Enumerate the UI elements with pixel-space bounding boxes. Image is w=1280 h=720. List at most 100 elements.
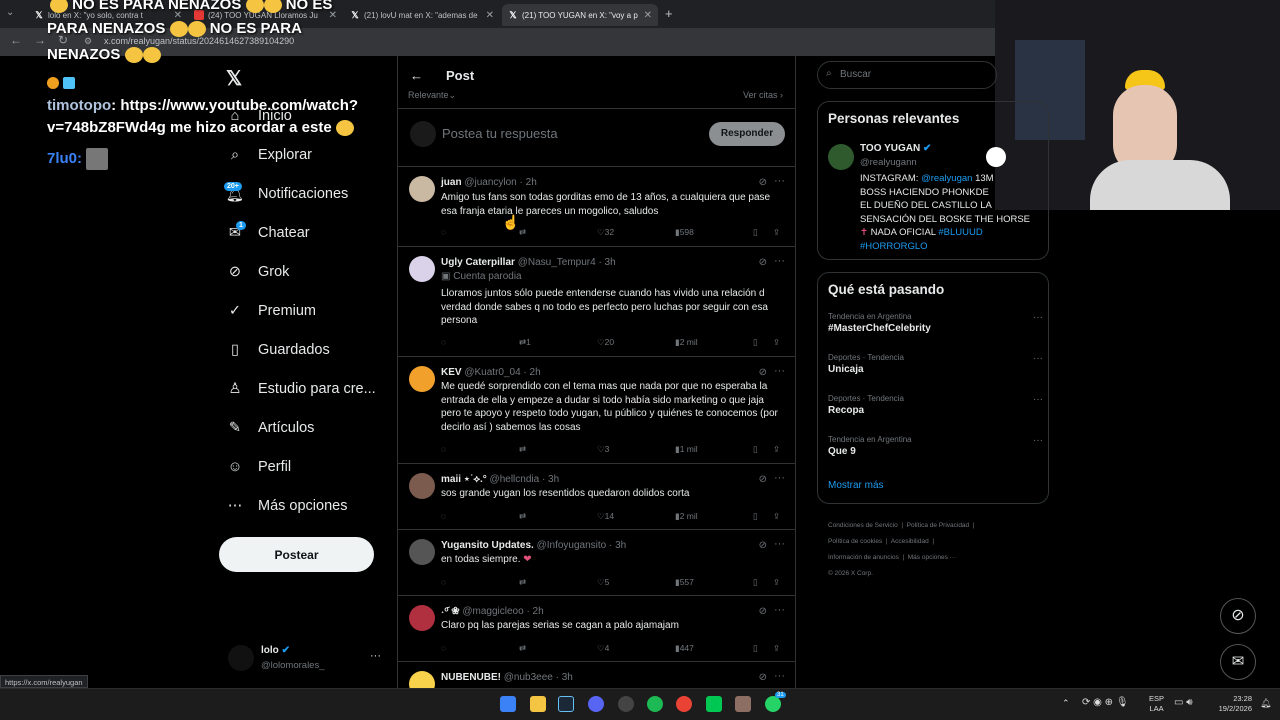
sort-dropdown[interactable]: Relevante⌄ xyxy=(408,90,456,101)
tweet[interactable]: juan @juancylon · 2h ⊘ ··· Amigo tus fans… xyxy=(398,166,795,246)
tweet[interactable]: Ugly Caterpillar @Nasu_Tempur4 · 3h ▣ Cu… xyxy=(398,246,795,356)
tab-search-button[interactable]: ⌄ xyxy=(6,7,14,18)
avatar[interactable] xyxy=(228,645,254,671)
back-icon[interactable]: ← xyxy=(410,68,423,83)
reply-button[interactable]: Responder xyxy=(709,122,785,146)
tweet-author[interactable]: Yugansito Updates. xyxy=(441,540,534,551)
more-icon[interactable]: ··· xyxy=(1033,312,1043,323)
notification-icon[interactable]: 🔔︎ xyxy=(1260,698,1271,709)
chrome-icon[interactable] xyxy=(676,696,692,712)
more-icon[interactable]: ··· xyxy=(774,255,785,267)
share-icon[interactable]: ⇪ xyxy=(773,511,780,522)
more-icon[interactable]: ··· xyxy=(774,472,785,484)
footer-link[interactable]: Condiciones de Servicio xyxy=(828,522,898,529)
like-button[interactable]: ♡ 14 xyxy=(597,511,614,522)
share-icon[interactable]: ⇪ xyxy=(773,577,780,588)
steam-icon[interactable] xyxy=(558,696,574,712)
trend-item[interactable]: Tendencia en Argentina Que 9 ··· xyxy=(828,435,1043,457)
trend-item[interactable]: Deportes · Tendencia Recopa ··· xyxy=(828,394,1043,416)
retweet-icon[interactable]: ⇄ xyxy=(519,444,526,455)
views-button[interactable]: ▮ 2 mil xyxy=(675,337,698,348)
sidebar-item-notifications[interactable]: 🔔︎ Notificaciones xyxy=(226,185,348,203)
sidebar-item-home[interactable]: ⌂ Inicio xyxy=(226,107,292,125)
footer-link[interactable]: Política de cookies xyxy=(828,538,882,545)
sidebar-item-premium[interactable]: ✓ Premium xyxy=(226,302,316,320)
grok-icon[interactable]: ⊘ xyxy=(759,257,767,268)
grok-icon[interactable]: ⊘ xyxy=(759,367,767,378)
back-icon[interactable]: ← xyxy=(10,33,22,47)
tab-3[interactable]: 𝕏 (21) lovU mat en X: "ademas de ✕ xyxy=(344,4,500,26)
bookmark-icon[interactable]: ▯ xyxy=(753,577,758,588)
hashtag-link[interactable]: #HORRORGLO xyxy=(860,240,1045,254)
share-icon[interactable]: ⇪ xyxy=(773,337,780,348)
url-field[interactable]: x.com/realyugan/status/20246146273891042… xyxy=(104,36,294,46)
retweet-icon[interactable]: ⇄ xyxy=(519,577,526,588)
footer-link[interactable]: Política de Privacidad xyxy=(907,522,970,529)
bookmark-icon[interactable]: ▯ xyxy=(753,511,758,522)
discord-icon[interactable] xyxy=(588,696,604,712)
grok-icon[interactable]: ⊘ xyxy=(759,540,767,551)
reply-icon[interactable]: ◌ xyxy=(441,227,446,237)
sidebar-item-grok[interactable]: ⊘ Grok xyxy=(226,263,290,281)
clock[interactable]: 23:28 19/2/2026 xyxy=(1212,694,1252,714)
tweet[interactable]: maii ⋆˙⟡.° @hellcndia · 3h ⊘ ··· sos gran… xyxy=(398,463,795,529)
like-button[interactable]: ♡ 3 xyxy=(597,444,609,455)
reply-input[interactable]: Postea tu respuesta xyxy=(442,126,558,141)
like-button[interactable]: ♡ 20 xyxy=(597,337,614,348)
like-button[interactable]: ♡ 5 xyxy=(597,577,609,588)
spotify-icon[interactable] xyxy=(647,696,663,712)
reply-icon[interactable]: ◌ xyxy=(441,444,446,454)
avatar[interactable] xyxy=(409,539,435,565)
quotes-link[interactable]: Ver citas › xyxy=(743,90,783,100)
tweet[interactable]: ˖ᵒ᷄ ❀ @maggicleoo · 2h ⊘ ··· Claro pq las… xyxy=(398,595,795,661)
avatar[interactable] xyxy=(409,176,435,202)
obs-icon[interactable] xyxy=(618,696,634,712)
more-icon[interactable]: ··· xyxy=(774,538,785,550)
account-more-button[interactable]: ··· xyxy=(370,650,381,662)
more-icon[interactable]: ··· xyxy=(1033,394,1043,405)
views-button[interactable]: ▮ 447 xyxy=(675,643,694,654)
search-input[interactable]: ⌕ Buscar xyxy=(817,61,997,89)
like-button[interactable]: ♡ 32 xyxy=(597,227,614,238)
avatar[interactable] xyxy=(409,605,435,631)
messages-float-icon[interactable]: ✉ xyxy=(1220,644,1256,680)
language-indicator[interactable]: ESP LAA xyxy=(1149,694,1164,714)
trend-item[interactable]: Tendencia en Argentina #MasterChefCelebri… xyxy=(828,312,1043,334)
close-tab-icon[interactable]: ✕ xyxy=(486,10,494,21)
more-icon[interactable]: ··· xyxy=(774,670,785,682)
whatsapp-icon[interactable] xyxy=(765,696,781,712)
hashtag-link[interactable]: #BLUUUD xyxy=(938,227,982,238)
person-name[interactable]: TOO YUGAN ✔ xyxy=(860,143,931,154)
footer-link[interactable]: Accesibilidad xyxy=(891,538,929,545)
forward-icon[interactable]: → xyxy=(34,33,46,47)
grok-icon[interactable]: ⊘ xyxy=(759,672,767,683)
windows-start-icon[interactable] xyxy=(500,696,516,712)
more-icon[interactable]: ··· xyxy=(1033,353,1043,364)
close-tab-icon[interactable]: ✕ xyxy=(644,10,652,21)
new-tab-icon[interactable]: + xyxy=(665,6,673,21)
tweet-author[interactable]: juan xyxy=(441,177,462,188)
tab-4-active[interactable]: 𝕏 (21) TOO YUGAN en X: "voy a p ✕ xyxy=(502,4,658,26)
footer-link[interactable]: Más opciones ··· xyxy=(908,554,956,561)
retweet-icon[interactable]: ⇄ xyxy=(519,227,526,238)
avatar[interactable] xyxy=(409,256,435,282)
views-button[interactable]: ▮ 2 mil xyxy=(675,511,698,522)
more-icon[interactable]: ··· xyxy=(774,175,785,187)
reply-icon[interactable]: ◌ xyxy=(441,577,446,587)
tweet-author[interactable]: ˖ᵒ᷄ ❀ xyxy=(441,606,460,617)
sidebar-item-explore[interactable]: ⌕ Explorar xyxy=(226,146,312,164)
bookmark-icon[interactable]: ▯ xyxy=(753,227,758,238)
trend-item[interactable]: Deportes · Tendencia Unicaja ··· xyxy=(828,353,1043,375)
reply-icon[interactable]: ◌ xyxy=(441,337,446,347)
account-name[interactable]: lolo ✔ xyxy=(261,645,290,656)
avatar[interactable] xyxy=(409,473,435,499)
bookmark-icon[interactable]: ▯ xyxy=(753,643,758,654)
retweet-icon[interactable]: ⇄ xyxy=(519,643,526,654)
sidebar-item-more[interactable]: ⋯ Más opciones xyxy=(226,497,348,515)
app-icon[interactable] xyxy=(706,696,722,712)
like-button[interactable]: ♡ 4 xyxy=(597,643,609,654)
show-more-link[interactable]: Mostrar más xyxy=(828,480,884,491)
grok-icon[interactable]: ⊘ xyxy=(759,606,767,617)
grok-float-icon[interactable]: ⊘ xyxy=(1220,598,1256,634)
tweet-author[interactable]: NUBENUBE! xyxy=(441,672,501,683)
